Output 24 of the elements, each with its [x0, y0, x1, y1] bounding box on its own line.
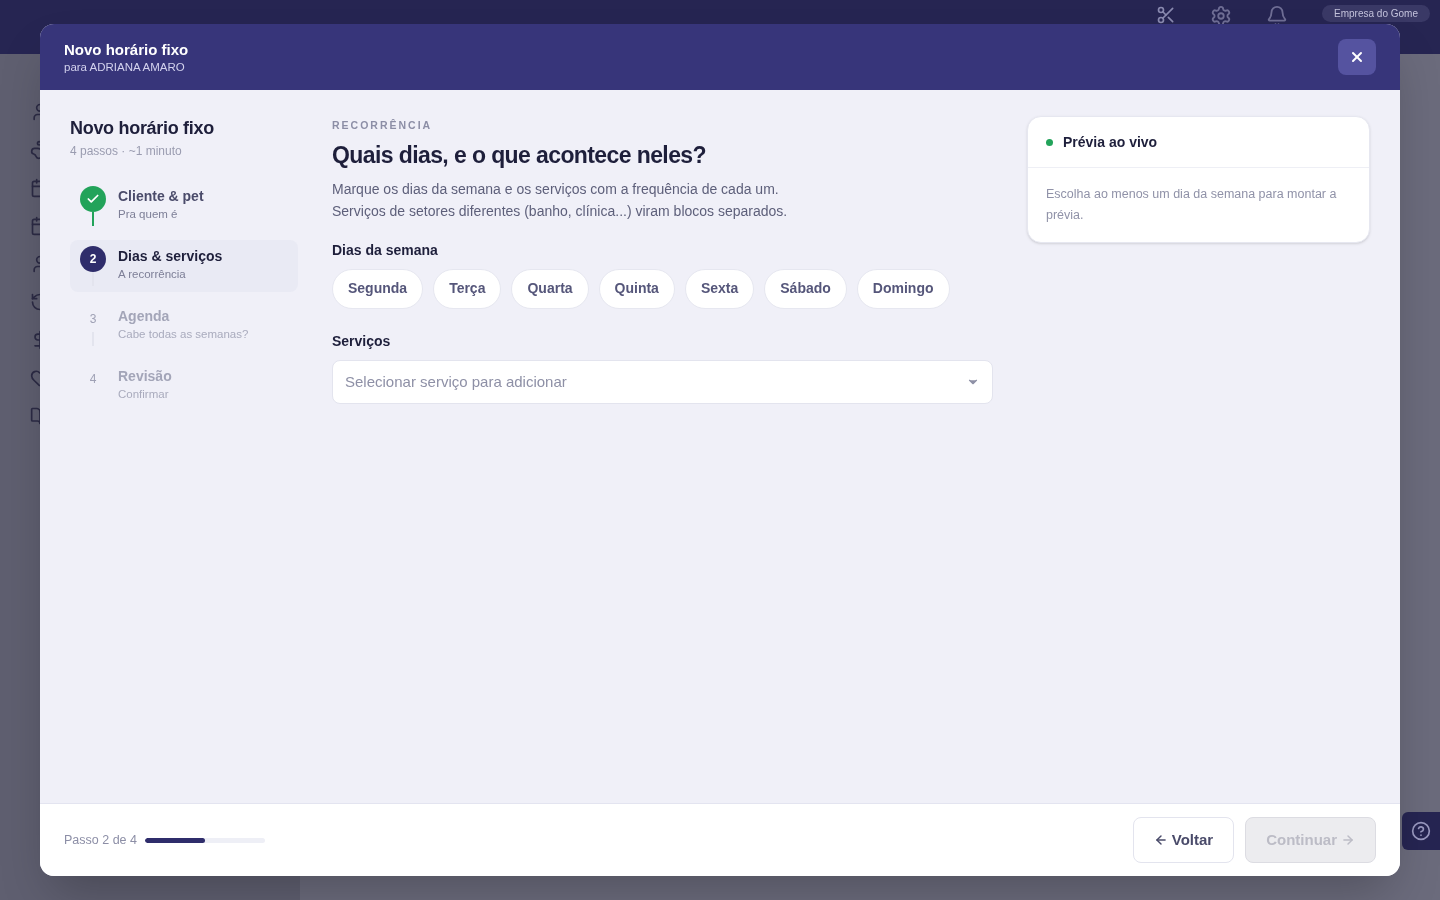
step-title: Revisão	[118, 367, 172, 386]
section-description: Marque os dias da semana e os serviços com a frequência de cada um.	[332, 179, 780, 199]
days-label: Dias da semana	[332, 240, 439, 260]
modal-title: Novo horário fixo	[64, 40, 189, 60]
step-number: 4	[88, 371, 98, 388]
step-number: 2	[80, 246, 106, 272]
preview-title: Prévia ao vivo	[1063, 132, 1158, 152]
step-title: Agenda	[118, 307, 171, 326]
section-eyebrow: RECORRÊNCIA	[332, 118, 434, 133]
modal-subtitle: para ADRIANA AMARO	[64, 60, 186, 74]
stepper-title: Novo horário fixo	[70, 117, 215, 140]
services-label: Serviços	[332, 331, 392, 351]
step-title: Cliente & pet	[118, 187, 204, 206]
section-heading: Quais dias, e o que acontece neles?	[332, 140, 707, 170]
step-subtitle: Pra quem é	[118, 207, 179, 222]
step-title: Dias & serviços	[118, 247, 223, 266]
section-description: Serviços de setores diferentes (banho, clínica...) viram blocos separados.	[332, 201, 789, 221]
progress-text: Passo 2 de 4	[64, 831, 137, 849]
step-number: 3	[88, 311, 98, 328]
stepper-meta: 4 passos · ~1 minuto	[70, 143, 183, 160]
step-subtitle: Confirmar	[118, 387, 170, 402]
preview-message: Escolha ao menos um dia da semana para montar a prévia.	[1045, 186, 1338, 224]
step-subtitle: Cabe todas as semanas?	[118, 327, 249, 342]
step-subtitle: A recorrência	[118, 267, 187, 282]
